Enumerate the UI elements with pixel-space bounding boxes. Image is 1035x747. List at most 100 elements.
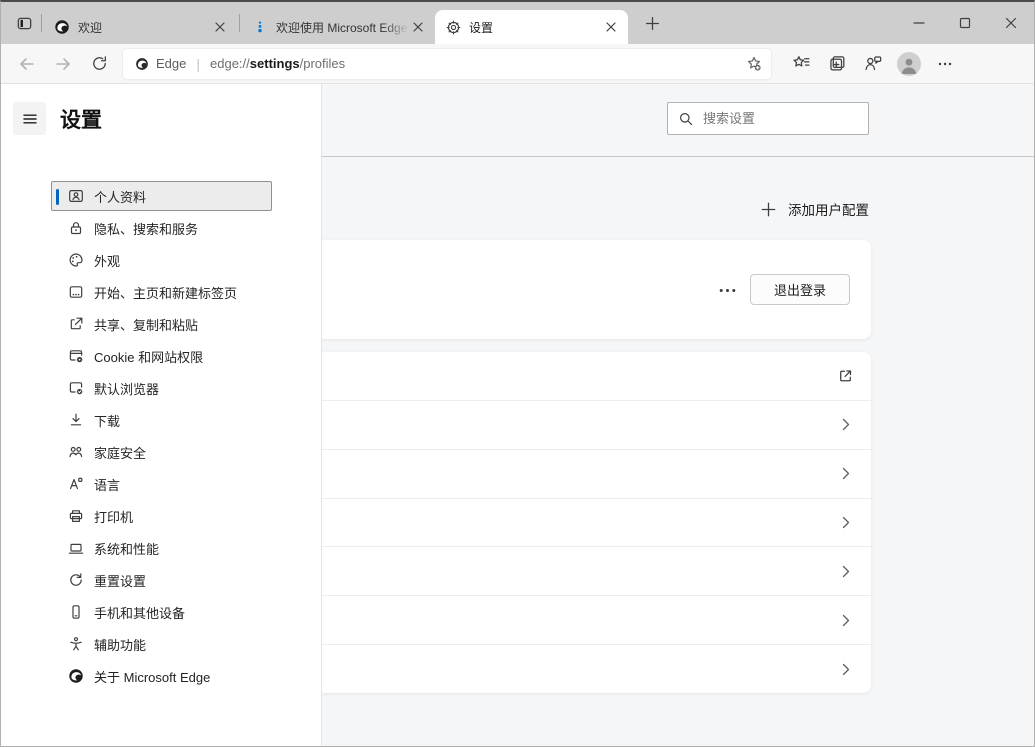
add-profile-button[interactable]: 添加用户配置 xyxy=(761,194,869,224)
family-icon xyxy=(68,444,84,460)
close-tab-icon[interactable] xyxy=(211,18,229,36)
settings-sidebar: 设置 个人资料 隐私、搜索和服务 外观 开始、主页和新建标签页 xyxy=(1,84,322,746)
sidebar-item-share-copy-paste[interactable]: 共享、复制和粘贴 xyxy=(51,309,272,339)
settings-more-button[interactable] xyxy=(927,47,963,81)
sidebar-item-default-browser[interactable]: 默认浏览器 xyxy=(51,373,272,403)
sidebar-item-family-safety[interactable]: 家庭安全 xyxy=(51,437,272,467)
sidebar-item-label: 下载 xyxy=(94,411,120,430)
sidebar-item-cookies-permissions[interactable]: Cookie 和网站权限 xyxy=(51,341,272,371)
edge-logo-icon xyxy=(54,19,70,35)
share-icon xyxy=(68,316,84,332)
sidebar-item-start-home-newtab[interactable]: 开始、主页和新建标签页 xyxy=(51,277,272,307)
close-window-button[interactable] xyxy=(988,2,1034,44)
search-input[interactable] xyxy=(703,111,879,126)
profile-more-button[interactable] xyxy=(710,280,744,300)
avatar-icon xyxy=(897,52,921,76)
collections-button[interactable] xyxy=(819,47,855,81)
refresh-button[interactable] xyxy=(81,47,117,81)
favorites-star-icon xyxy=(792,54,811,73)
plus-icon xyxy=(645,16,660,31)
address-bar[interactable]: Edge | edge://settings/profiles xyxy=(123,49,771,79)
sidebar-item-profiles[interactable]: 个人资料 xyxy=(51,181,272,211)
refresh-icon xyxy=(91,55,108,72)
tab-welcome-to-edge[interactable]: 欢迎使用 Microsoft Edge xyxy=(242,10,435,44)
sidebar-item-label: 手机和其他设备 xyxy=(94,603,185,622)
tab-bar: 欢迎 欢迎使用 Microsoft Edge 设置 xyxy=(1,2,1034,44)
chevron-right-icon xyxy=(837,465,854,482)
favorites-button[interactable] xyxy=(783,47,819,81)
back-button[interactable] xyxy=(9,47,45,81)
sidebar-item-accessibility[interactable]: 辅助功能 xyxy=(51,629,272,659)
new-tab-page-icon xyxy=(68,284,84,300)
edge-logo-icon xyxy=(68,668,84,684)
add-profile-label: 添加用户配置 xyxy=(788,199,869,219)
close-icon xyxy=(1005,17,1017,29)
sidebar-item-downloads[interactable]: 下载 xyxy=(51,405,272,435)
sidebar-item-about-edge[interactable]: 关于 Microsoft Edge xyxy=(51,661,272,691)
tab-actions-menu-button[interactable] xyxy=(9,8,39,38)
chevron-right-icon xyxy=(837,514,854,531)
maximize-button[interactable] xyxy=(942,2,988,44)
tab-separator xyxy=(239,14,240,32)
default-browser-icon xyxy=(68,380,84,396)
sidebar-nav: 个人资料 隐私、搜索和服务 外观 开始、主页和新建标签页 共享、复制和粘贴 xyxy=(51,181,272,693)
star-add-icon xyxy=(745,55,763,73)
maximize-icon xyxy=(959,17,971,29)
lock-icon xyxy=(68,220,84,236)
back-arrow-icon xyxy=(18,55,36,73)
sidebar-item-appearance[interactable]: 外观 xyxy=(51,245,272,275)
accessibility-icon xyxy=(68,636,84,652)
tab-separator xyxy=(41,14,42,32)
minimize-button[interactable] xyxy=(896,2,942,44)
sidebar-item-privacy[interactable]: 隐私、搜索和服务 xyxy=(51,213,272,243)
add-favorite-button[interactable] xyxy=(740,51,768,77)
sidebar-item-reset-settings[interactable]: 重置设置 xyxy=(51,565,272,595)
chevron-right-icon xyxy=(837,612,854,629)
tab-title: 欢迎 xyxy=(78,19,211,36)
cookie-permissions-icon xyxy=(68,348,84,364)
profile-card-icon xyxy=(68,188,84,204)
url-text: edge://settings/profiles xyxy=(210,56,740,71)
gear-icon xyxy=(445,19,461,35)
new-tab-button[interactable] xyxy=(638,9,666,37)
sidebar-item-label: 系统和性能 xyxy=(94,539,159,558)
sidebar-item-label: 关于 Microsoft Edge xyxy=(94,667,210,686)
sidebar-item-languages[interactable]: 语言 xyxy=(51,469,272,499)
close-tab-icon[interactable] xyxy=(602,18,620,36)
menu-toggle-button[interactable] xyxy=(13,102,46,135)
navigation-toolbar: Edge | edge://settings/profiles xyxy=(1,44,1034,84)
sidebar-item-label: 家庭安全 xyxy=(94,443,146,462)
page-title: 设置 xyxy=(60,104,102,134)
blue-dots-icon xyxy=(252,19,268,35)
forward-button[interactable] xyxy=(45,47,81,81)
sidebar-item-label: 共享、复制和粘贴 xyxy=(94,315,198,334)
profile-avatar-button[interactable] xyxy=(891,47,927,81)
tab-welcome[interactable]: 欢迎 xyxy=(44,10,237,44)
external-link-icon xyxy=(837,367,854,384)
minimize-icon xyxy=(913,17,925,29)
sidebar-item-label: 默认浏览器 xyxy=(94,379,159,398)
reset-icon xyxy=(68,572,84,588)
person-chat-icon xyxy=(864,54,883,73)
download-icon xyxy=(68,412,84,428)
sidebar-item-system-performance[interactable]: 系统和性能 xyxy=(51,533,272,563)
tab-layout-icon xyxy=(16,15,33,32)
phone-icon xyxy=(68,604,84,620)
language-icon xyxy=(68,476,84,492)
browser-feedback-button[interactable] xyxy=(855,47,891,81)
sidebar-item-printers[interactable]: 打印机 xyxy=(51,501,272,531)
sidebar-item-phone-devices[interactable]: 手机和其他设备 xyxy=(51,597,272,627)
tab-settings[interactable]: 设置 xyxy=(435,10,628,44)
chevron-right-icon xyxy=(837,563,854,580)
sidebar-item-label: 辅助功能 xyxy=(94,635,146,654)
ellipsis-icon xyxy=(936,55,954,73)
plus-icon xyxy=(761,202,776,217)
laptop-icon xyxy=(68,540,84,556)
sidebar-item-label: 语言 xyxy=(94,475,120,494)
search-icon xyxy=(678,111,694,127)
sidebar-item-label: 重置设置 xyxy=(94,571,146,590)
close-tab-icon[interactable] xyxy=(409,18,427,36)
sign-out-button[interactable]: 退出登录 xyxy=(750,274,850,305)
settings-search-box[interactable] xyxy=(667,102,869,135)
sidebar-item-label: 开始、主页和新建标签页 xyxy=(94,283,237,302)
